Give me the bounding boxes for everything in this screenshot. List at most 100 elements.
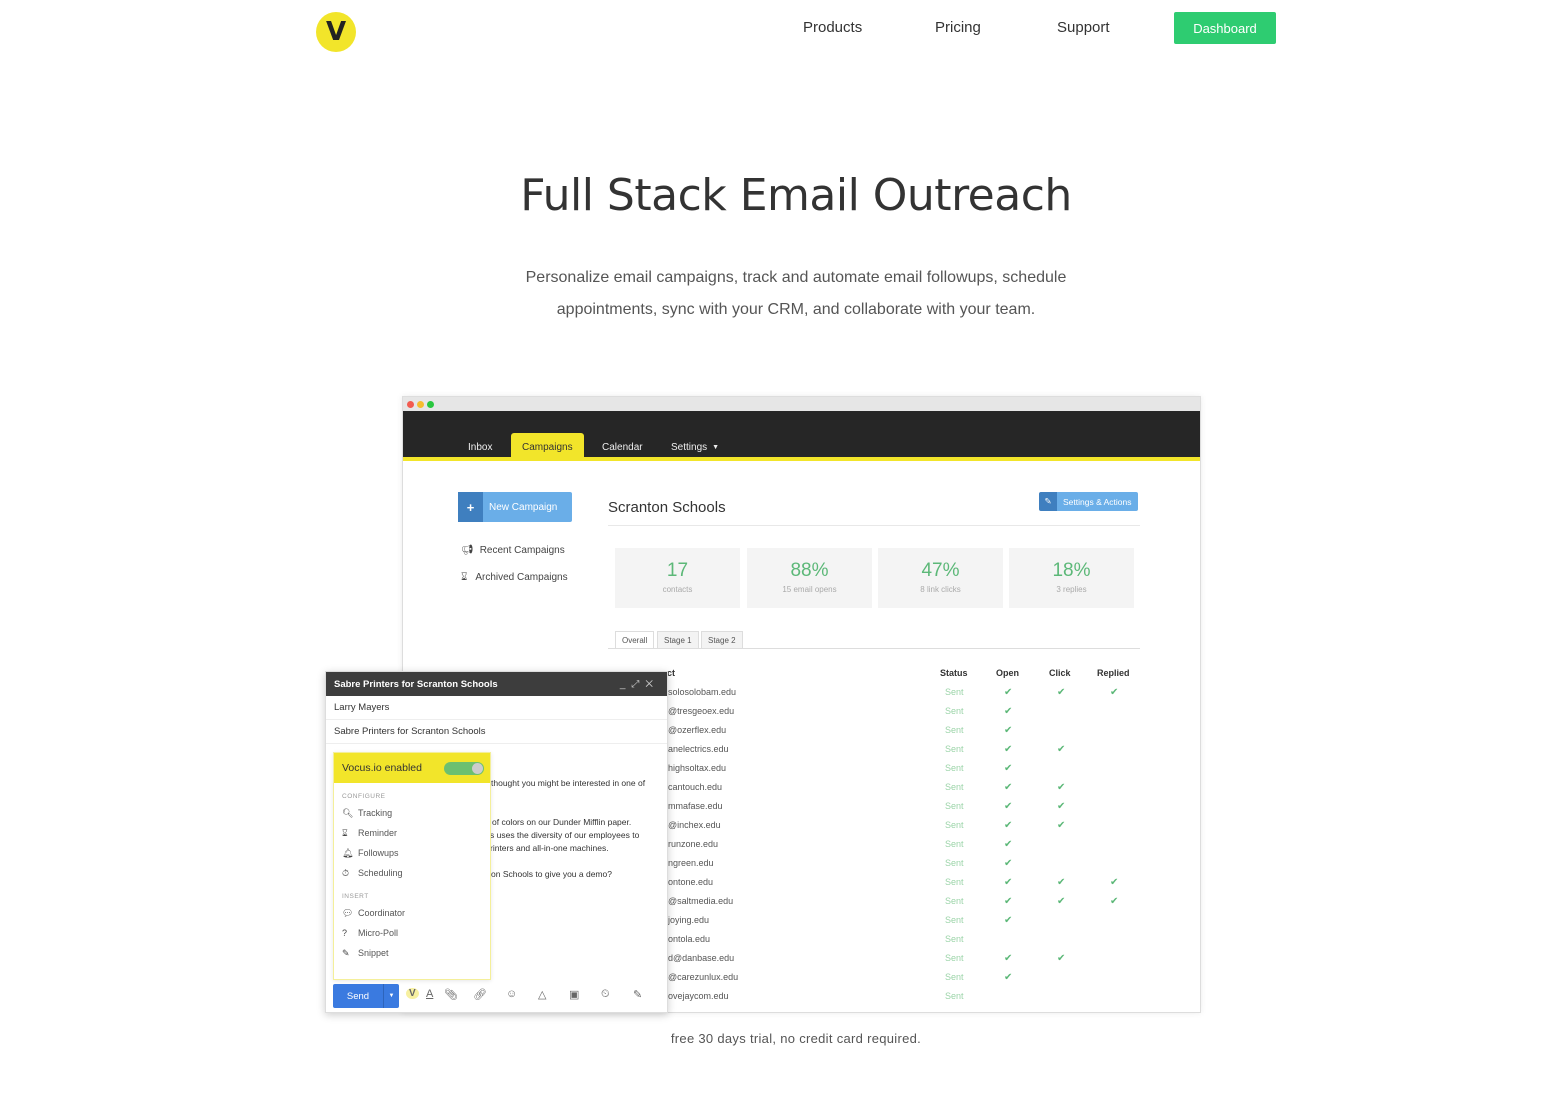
configure-heading: CONFIGURE [342,793,386,800]
tab-settings[interactable]: Settings ▼ [660,433,730,461]
confidential-icon[interactable]: ⏲︎ [601,988,610,1001]
table-row[interactable]: solosolobam.edu Sent ✔ ✔ ✔ [668,687,1143,706]
new-campaign-button[interactable]: + New Campaign [458,492,572,522]
send-label: Send [346,990,370,1002]
check-icon: ✔ [1057,782,1066,793]
contact-email: @inchex.edu [668,820,721,830]
table-row[interactable]: mmafase.edu Sent ✔ ✔ [668,801,1143,820]
menu-label: Scheduling [358,868,403,878]
pencil-icon: ✎ [342,947,350,958]
table-row[interactable]: @tresgeoex.edu Sent ✔ [668,706,1143,725]
caret-down-icon: ▼ [712,443,720,451]
check-icon: ✔ [1110,687,1119,698]
contact-email: ovejaycom.edu [668,991,729,1001]
to-field[interactable]: Larry Mayers [326,696,667,720]
menu-coordinator[interactable]: 💬︎ Coordinator [334,903,490,923]
table-row[interactable]: anelectrics.edu Sent ✔ ✔ [668,744,1143,763]
new-campaign-label: New Campaign [489,501,558,513]
send-button[interactable]: Send ▼ [333,984,399,1008]
menu-label: Coordinator [358,908,406,918]
vocus-enabled-label: Vocus.io enabled [342,762,422,774]
table-row[interactable]: d@danbase.edu Sent ✔ ✔ [668,953,1143,972]
hero-subtitle-1: Personalize email campaigns, track and a… [525,269,1067,286]
subject-field[interactable]: Sabre Printers for Scranton Schools [326,720,667,744]
contact-email: @ozerflex.edu [668,725,727,735]
nav-products[interactable]: Products [803,19,862,36]
drive-icon[interactable]: △ [538,988,546,1001]
text-format-icon[interactable]: A [426,988,433,1000]
tab-inbox[interactable]: Inbox [457,433,503,461]
recent-campaigns-link[interactable]: 📢︎ Recent Campaigns [461,545,565,556]
contact-email: ontone.edu [668,877,714,887]
stage-tab-2[interactable]: Stage 2 [701,631,743,649]
stage-tab-1[interactable]: Stage 1 [657,631,699,649]
contact-email: cantouch.edu [668,782,723,792]
menu-followups[interactable]: 🔔︎ Followups [334,843,490,863]
contact-email: d@danbase.edu [668,953,735,963]
tab-campaigns[interactable]: Campaigns [511,433,584,461]
logo[interactable]: V [316,12,356,52]
menu-tracking[interactable]: 🔍︎ Tracking [334,803,490,823]
hourglass-icon: ⌛︎ [342,827,348,838]
send-options-caret-icon[interactable]: ▼ [383,984,399,1008]
menu-label: Tracking [358,808,393,818]
clock-icon: ⏱︎ [342,867,350,878]
status-sent: Sent [945,934,964,944]
status-sent: Sent [945,706,964,716]
check-icon: ✔ [1057,953,1066,964]
table-row[interactable]: runzone.edu Sent ✔ [668,839,1143,858]
menu-label: Followups [358,848,399,858]
image-icon[interactable]: ▣ [569,988,579,1001]
menu-micro-poll[interactable]: ? Micro-Poll [334,923,490,943]
tab-calendar[interactable]: Calendar [591,433,654,461]
nav-pricing[interactable]: Pricing [935,19,981,36]
status-sent: Sent [945,953,964,963]
stat-label: 15 email opens [782,585,837,594]
check-icon: ✔ [1110,877,1119,888]
table-row[interactable]: ngreen.edu Sent ✔ [668,858,1143,877]
table-row[interactable]: ontola.edu Sent [668,934,1143,953]
table-row[interactable]: @ozerflex.edu Sent ✔ [668,725,1143,744]
vocus-icon[interactable]: V [406,988,419,999]
status-sent: Sent [945,896,964,906]
status-sent: Sent [945,820,964,830]
stat-label: contacts [662,585,693,594]
close-icon[interactable]: ✕ [645,679,659,690]
vocus-toggle[interactable] [444,762,484,775]
table-row[interactable]: @inchex.edu Sent ✔ ✔ [668,820,1143,839]
dashboard-button[interactable]: Dashboard [1174,12,1276,44]
menu-snippet[interactable]: ✎ Snippet [334,943,490,963]
table-row[interactable]: ovejaycom.edu Sent [668,991,1143,1010]
settings-actions-button[interactable]: ✎ Settings & Actions [1039,492,1138,511]
minimize-icon[interactable]: _ [620,679,632,690]
body-line: on Schools to give you a demo? [491,869,612,879]
status-sent: Sent [945,839,964,849]
nav-support[interactable]: Support [1057,19,1110,36]
signature-icon[interactable]: ✎ [633,988,642,1001]
expand-icon[interactable]: ⤢ [631,679,645,690]
status-sent: Sent [945,744,964,754]
app-nav: Inbox Campaigns Calendar Settings ▼ [403,411,1200,461]
stat-value: 88% [790,560,829,581]
table-row[interactable]: @carezunlux.edu Sent ✔ [668,972,1143,991]
col-open: Open [996,668,1020,678]
menu-scheduling[interactable]: ⏱︎ Scheduling [334,863,490,883]
contact-email: runzone.edu [668,839,719,849]
menu-reminder[interactable]: ⌛︎ Reminder [334,823,490,843]
check-icon: ✔ [1004,972,1013,983]
status-sent: Sent [945,915,964,925]
stage-tab-overall[interactable]: Overall [615,631,655,649]
archived-campaigns-link[interactable]: ⌛︎ Archived Campaigns [461,572,568,583]
hero-subtitle-2: appointments, sync with your CRM, and co… [556,301,1036,318]
table-row[interactable]: ontone.edu Sent ✔ ✔ ✔ [668,877,1143,896]
table-row[interactable]: joying.edu Sent ✔ [668,915,1143,934]
vocus-enabled-header: Vocus.io enabled [334,753,490,783]
table-row[interactable]: cantouch.edu Sent ✔ ✔ [668,782,1143,801]
link-icon[interactable]: 🔗︎ [473,988,487,1001]
emoji-icon[interactable]: ☺ [506,988,517,1000]
contact-email: @saltmedia.edu [668,896,734,906]
table-row[interactable]: @saltmedia.edu Sent ✔ ✔ ✔ [668,896,1143,915]
attachment-icon[interactable]: 📎︎ [444,988,458,1001]
table-row[interactable]: highsoltax.edu Sent ✔ [668,763,1143,782]
vocus-menu: Vocus.io enabled CONFIGURE 🔍︎ Tracking ⌛︎… [333,752,491,980]
